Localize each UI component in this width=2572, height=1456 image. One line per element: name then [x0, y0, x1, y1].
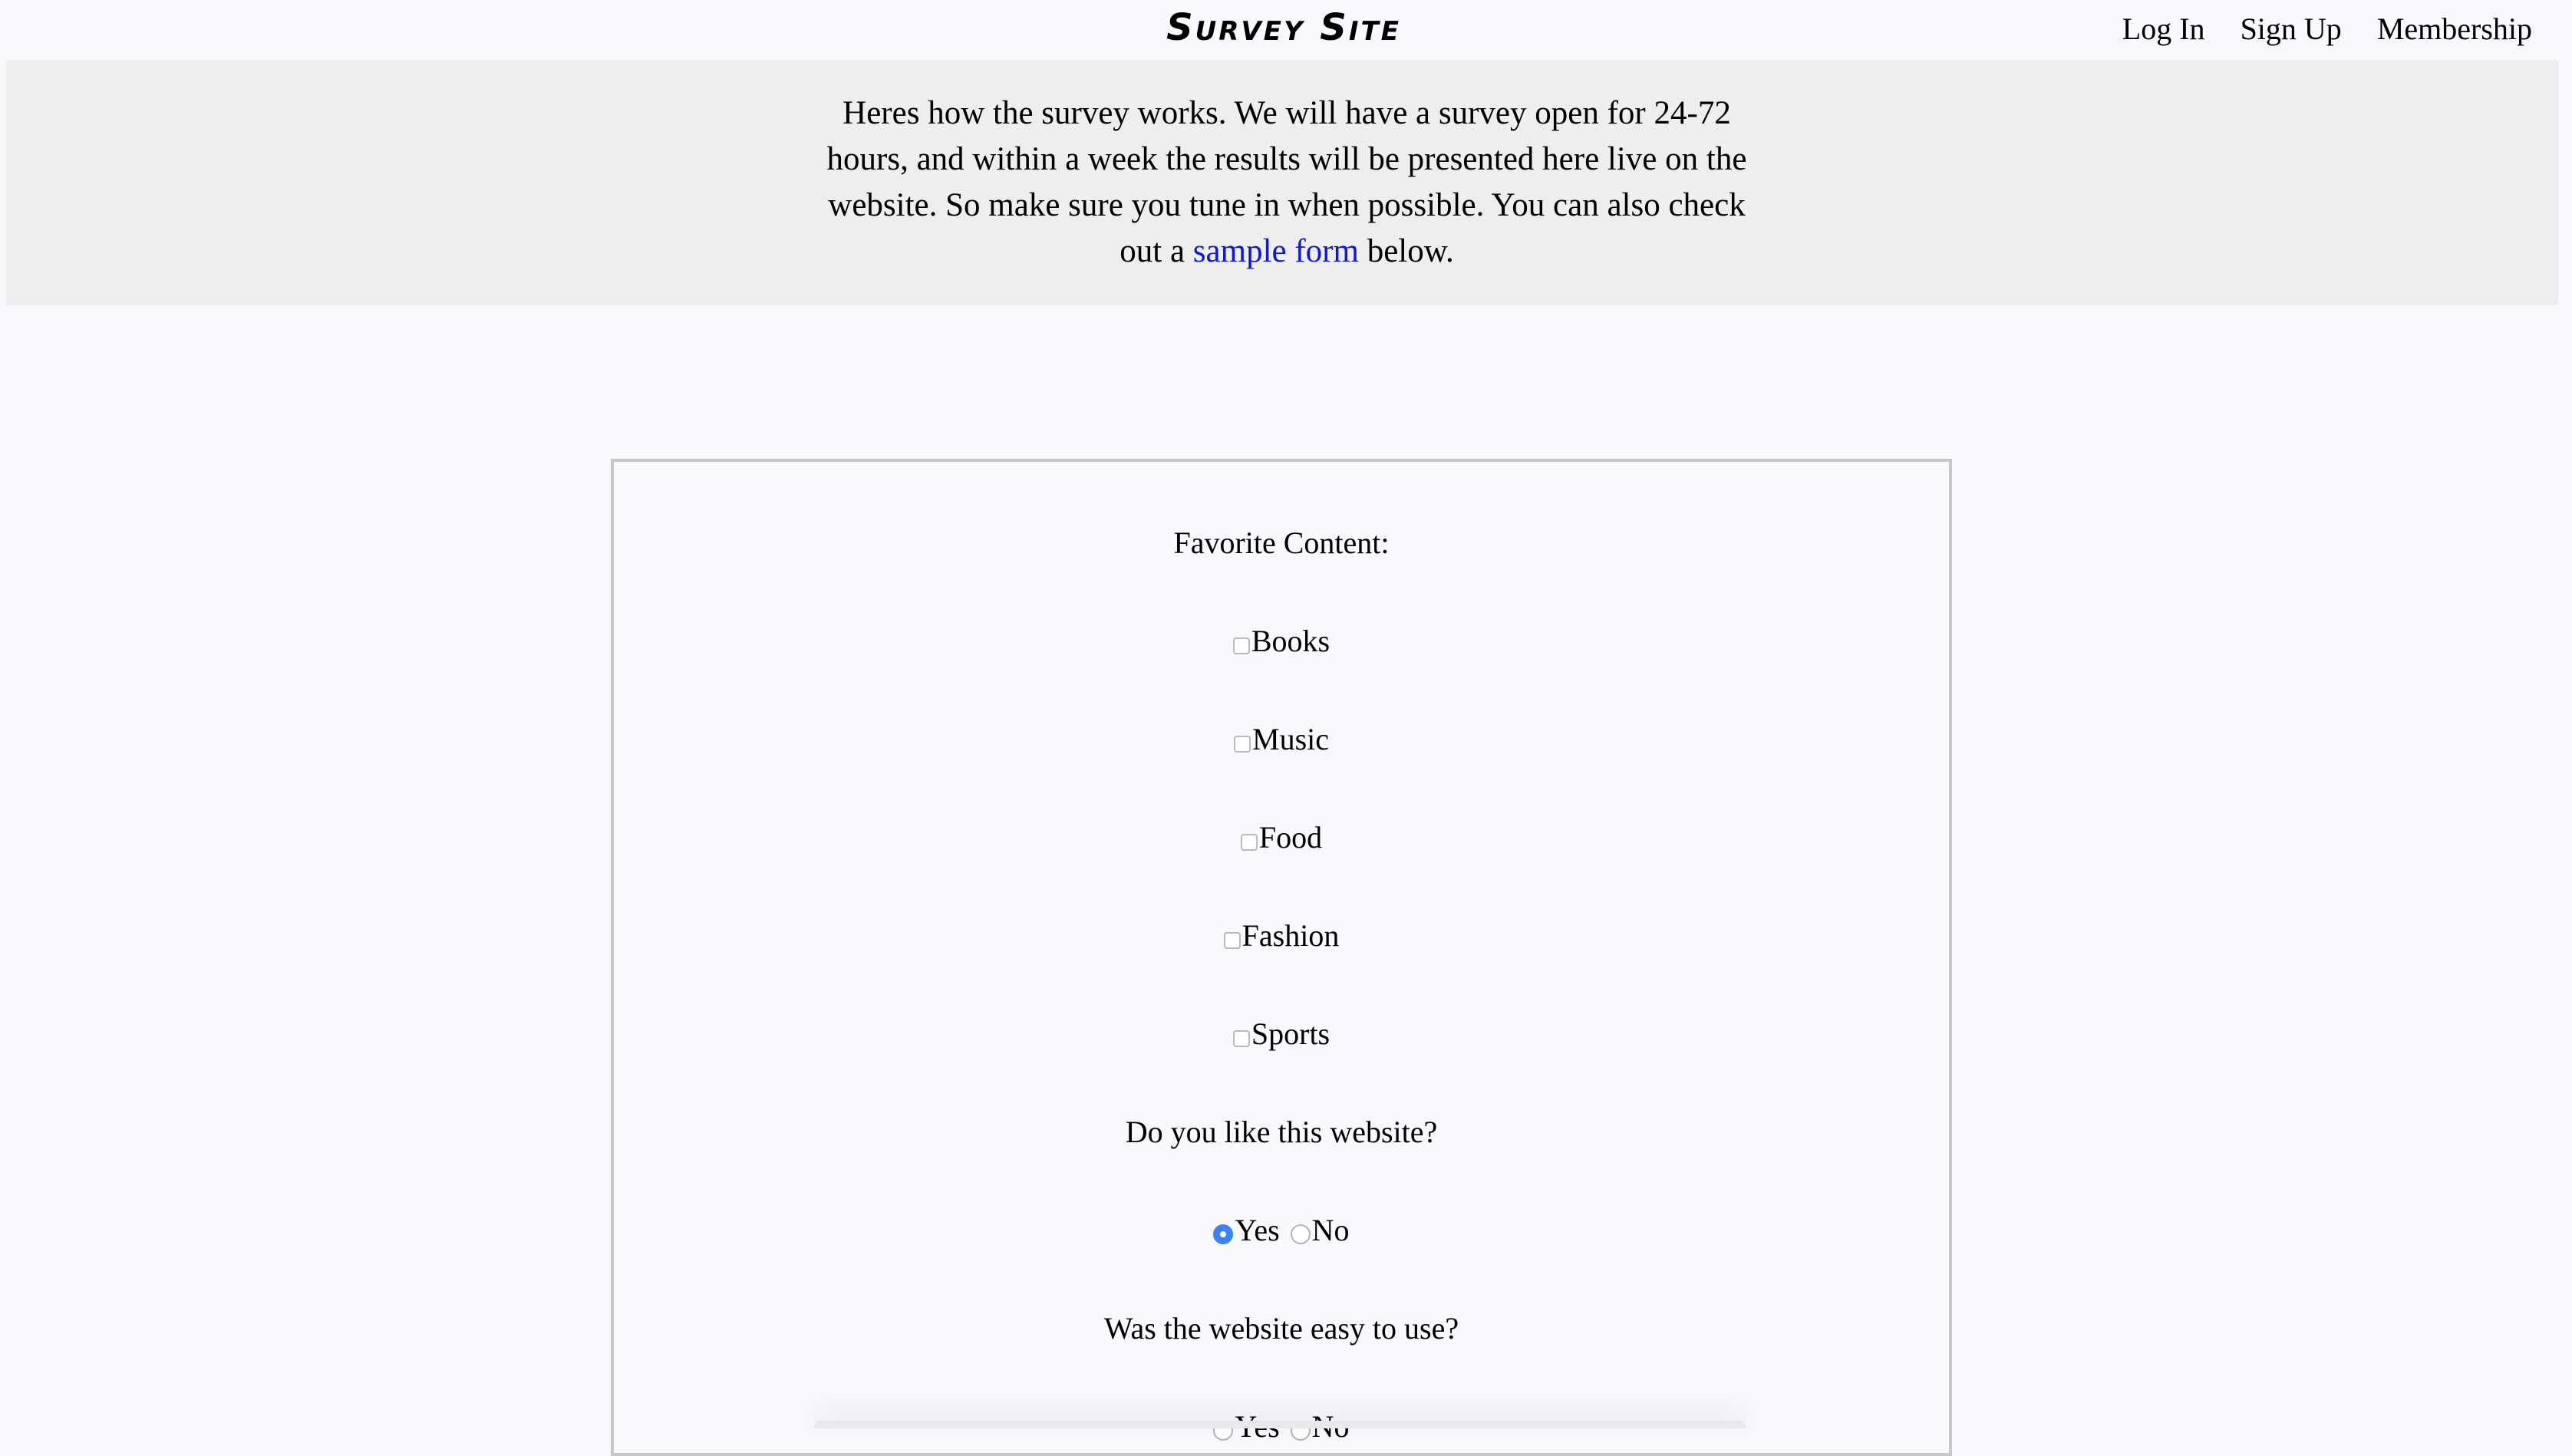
radio-like-yes[interactable] — [1213, 1224, 1234, 1244]
bottom-popup-edge — [813, 1421, 1746, 1428]
option-books-label: Books — [1251, 624, 1331, 658]
intro-text: Heres how the survey works. We will have… — [823, 91, 1751, 275]
radio-like-yes-label: Yes — [1235, 1213, 1280, 1247]
option-food: Food — [614, 819, 1949, 856]
option-music: Music — [614, 721, 1949, 758]
option-music-label: Music — [1252, 722, 1329, 756]
intro-text-end: below. — [1358, 233, 1454, 269]
main-nav: Log In Sign Up Membership — [2122, 11, 2532, 47]
nav-sign-up[interactable]: Sign Up — [2241, 11, 2342, 47]
nav-membership[interactable]: Membership — [2377, 11, 2532, 47]
option-fashion: Fashion — [614, 917, 1949, 954]
top-bar: Survey Site Log In Sign Up Membership — [0, 0, 2572, 60]
question-like-website: Do you like this website? — [1125, 1115, 1438, 1149]
option-sports: Sports — [614, 1016, 1949, 1052]
option-books: Books — [614, 623, 1949, 660]
question-easy-to-use: Was the website easy to use? — [1103, 1311, 1459, 1346]
intro-banner: Heres how the survey works. We will have… — [6, 60, 2558, 305]
question-favorite-content: Favorite Content: — [1173, 525, 1390, 560]
survey-form: Favorite Content: Books Music Food Fashi… — [611, 459, 1952, 1456]
radio-like-no-label: No — [1311, 1213, 1350, 1247]
radio-like-no[interactable] — [1290, 1224, 1311, 1244]
nav-log-in[interactable]: Log In — [2122, 11, 2205, 47]
option-sports-label: Sports — [1251, 1016, 1331, 1051]
option-fashion-label: Fashion — [1241, 918, 1340, 953]
checkbox-books[interactable] — [1232, 637, 1250, 654]
checkbox-food[interactable] — [1240, 834, 1258, 851]
sample-form-link[interactable]: sample form — [1193, 233, 1359, 269]
checkbox-sports[interactable] — [1232, 1030, 1250, 1047]
checkbox-fashion[interactable] — [1223, 932, 1241, 949]
like-website-answers: Yes No — [614, 1212, 1949, 1249]
checkbox-music[interactable] — [1234, 736, 1251, 753]
option-food-label: Food — [1258, 820, 1323, 855]
